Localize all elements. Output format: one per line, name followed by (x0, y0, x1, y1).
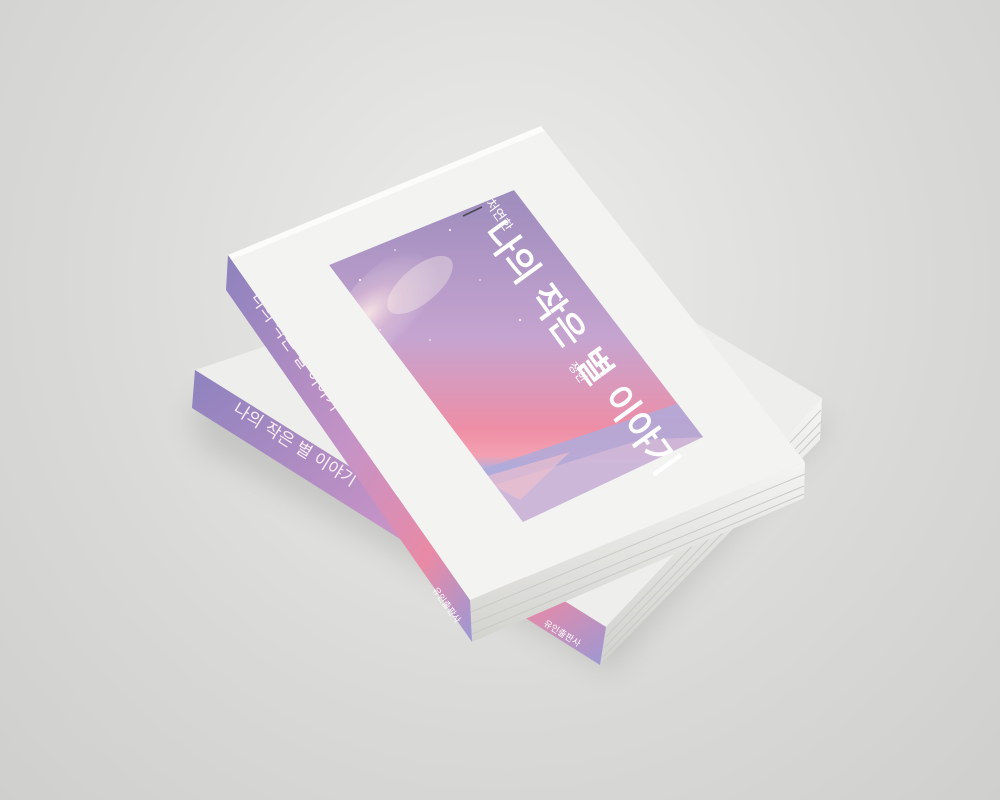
product-photo-scene: 나의 작은 별 이야기 유인출판사 나의 작은 별 이야기 유인출판사 처연한 … (0, 0, 1000, 800)
book-stack-illustration: 나의 작은 별 이야기 유인출판사 나의 작은 별 이야기 유인출판사 처연한 … (190, 126, 830, 672)
top-book: 나의 작은 별 이야기 유인출판사 처연한 나의 작은 별 이야기 장한 (226, 126, 806, 642)
